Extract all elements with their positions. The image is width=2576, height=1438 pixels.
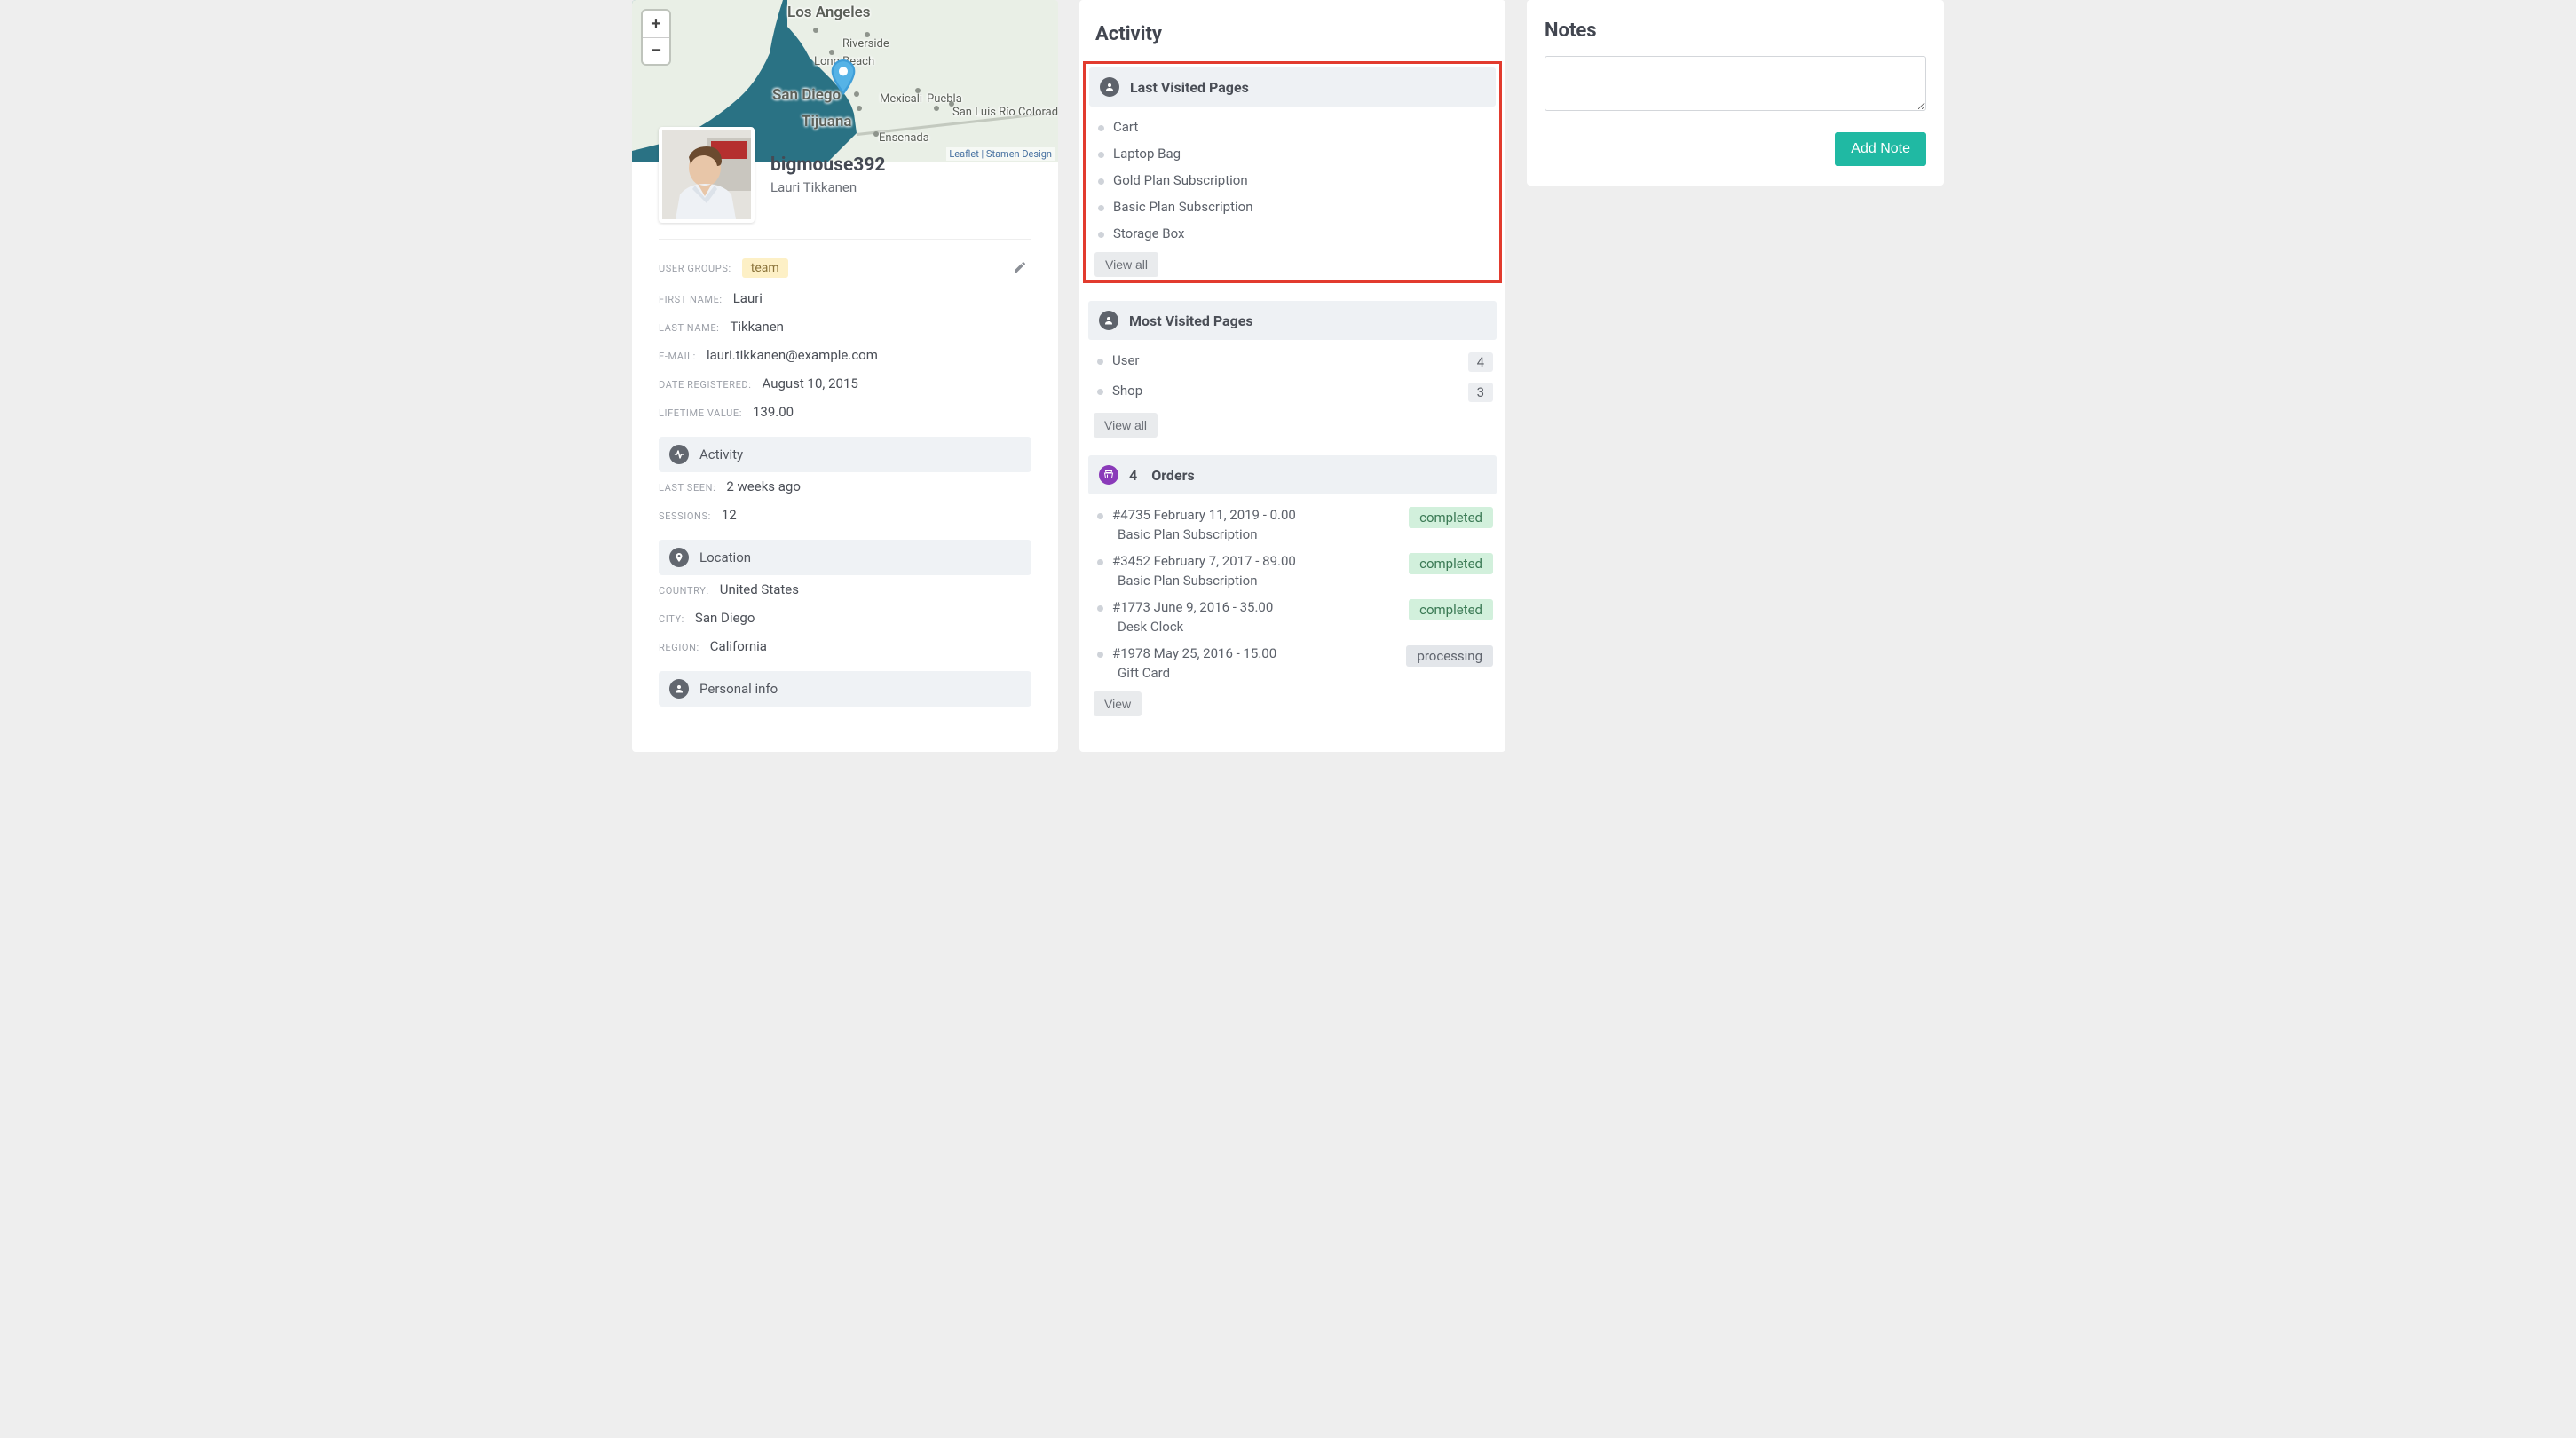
panel-last-visited: Last Visited Pages Cart Laptop Bag Gold … xyxy=(1083,61,1502,283)
orders-count: 4 xyxy=(1129,467,1137,484)
list-item[interactable]: Shop 3 xyxy=(1094,377,1497,407)
panel-orders: 4 Orders #4735 February 11, 2019 - 0.00 … xyxy=(1088,455,1497,716)
list-item[interactable]: Cart xyxy=(1094,114,1496,140)
visit-count: 3 xyxy=(1468,383,1493,402)
view-orders-button[interactable]: View xyxy=(1094,691,1142,716)
order-row[interactable]: #1978 May 25, 2016 - 15.00 Gift Card pro… xyxy=(1094,640,1497,686)
orders-icon xyxy=(1099,465,1118,485)
label-first-name: FIRST NAME: xyxy=(659,294,723,305)
map-city-san-luis: San Luis Río Colorado xyxy=(952,106,1058,119)
map-pin-icon xyxy=(831,59,856,95)
label-date-registered: DATE REGISTERED: xyxy=(659,379,752,391)
visit-count: 4 xyxy=(1468,352,1493,372)
order-status-badge: completed xyxy=(1409,507,1493,528)
section-personal-info: Personal info xyxy=(659,671,1031,707)
order-status-badge: processing xyxy=(1406,645,1493,667)
most-visited-title: Most Visited Pages xyxy=(1129,312,1253,329)
user-group-tag: team xyxy=(742,258,788,278)
value-region: California xyxy=(710,638,767,654)
profile-fullname: Lauri Tikkanen xyxy=(770,179,885,195)
profile-username: bigmouse392 xyxy=(770,154,885,176)
section-location-title: Location xyxy=(699,549,751,565)
map-zoom-controls: + − xyxy=(643,11,669,64)
order-status-badge: completed xyxy=(1409,599,1493,620)
notes-heading: Notes xyxy=(1545,20,1926,42)
label-country: COUNTRY: xyxy=(659,585,709,597)
label-lifetime-value: LIFETIME VALUE: xyxy=(659,407,742,419)
list-item[interactable]: Basic Plan Subscription xyxy=(1094,194,1496,220)
personal-info-icon xyxy=(669,679,689,699)
order-line: #3452 February 7, 2017 - 89.00 xyxy=(1112,553,1400,569)
order-row[interactable]: #3452 February 7, 2017 - 89.00 Basic Pla… xyxy=(1094,548,1497,594)
most-visited-icon xyxy=(1099,311,1118,330)
order-sub: Basic Plan Subscription xyxy=(1112,526,1400,542)
activity-icon xyxy=(669,445,689,464)
notes-textarea[interactable] xyxy=(1545,56,1926,111)
list-item[interactable]: User 4 xyxy=(1094,347,1497,377)
order-sub: Gift Card xyxy=(1112,665,1397,681)
map-city-puebla: Puebla xyxy=(927,92,962,106)
label-sessions: SESSIONS: xyxy=(659,510,711,522)
activity-card: Activity Last Visited Pages Cart Laptop … xyxy=(1079,0,1505,752)
map-zoom-out-button[interactable]: − xyxy=(643,37,669,64)
value-date-registered: August 10, 2015 xyxy=(763,375,858,391)
add-note-button[interactable]: Add Note xyxy=(1835,132,1926,166)
section-activity-title: Activity xyxy=(699,446,743,462)
edit-icon[interactable] xyxy=(1008,256,1031,279)
order-sub: Desk Clock xyxy=(1112,619,1400,635)
order-sub: Basic Plan Subscription xyxy=(1112,573,1400,589)
value-last-name: Tikkanen xyxy=(730,319,783,335)
value-lifetime-value: 139.00 xyxy=(753,404,794,420)
map-city-riverside: Riverside xyxy=(842,37,889,51)
order-line: #4735 February 11, 2019 - 0.00 xyxy=(1112,507,1400,523)
value-country: United States xyxy=(720,581,799,597)
last-visited-title: Last Visited Pages xyxy=(1130,79,1249,96)
order-row[interactable]: #4735 February 11, 2019 - 0.00 Basic Pla… xyxy=(1094,502,1497,548)
map-city-los-angeles: Los Angeles xyxy=(787,4,871,21)
notes-card: Notes Add Note xyxy=(1527,0,1944,186)
list-item[interactable]: Laptop Bag xyxy=(1094,140,1496,167)
label-email: E-MAIL: xyxy=(659,351,696,362)
orders-title: Orders xyxy=(1151,467,1194,484)
value-last-seen: 2 weeks ago xyxy=(726,478,801,494)
order-line: #1773 June 9, 2016 - 35.00 xyxy=(1112,599,1400,615)
view-all-last-visited-button[interactable]: View all xyxy=(1094,252,1158,277)
section-activity: Activity xyxy=(659,437,1031,472)
value-sessions: 12 xyxy=(722,507,737,523)
list-item[interactable]: Storage Box xyxy=(1094,220,1496,247)
order-line: #1978 May 25, 2016 - 15.00 xyxy=(1112,645,1397,661)
label-user-groups: USER GROUPS: xyxy=(659,263,731,274)
list-item[interactable]: Gold Plan Subscription xyxy=(1094,167,1496,194)
last-visited-icon xyxy=(1100,77,1119,97)
user-avatar xyxy=(659,127,755,223)
location-icon xyxy=(669,548,689,567)
value-first-name: Lauri xyxy=(733,290,763,306)
order-row[interactable]: #1773 June 9, 2016 - 35.00 Desk Clock co… xyxy=(1094,594,1497,640)
label-last-seen: LAST SEEN: xyxy=(659,482,715,494)
value-email: lauri.tikkanen@example.com xyxy=(707,347,878,363)
label-region: REGION: xyxy=(659,642,699,653)
value-city: San Diego xyxy=(695,610,755,626)
panel-most-visited: Most Visited Pages User 4 Shop 3 View al… xyxy=(1088,301,1497,438)
map-zoom-in-button[interactable]: + xyxy=(643,11,669,37)
view-all-most-visited-button[interactable]: View all xyxy=(1094,413,1158,438)
map-city-mexicali: Mexicali xyxy=(880,92,922,106)
section-location: Location xyxy=(659,540,1031,575)
section-personal-info-title: Personal info xyxy=(699,681,778,697)
label-city: CITY: xyxy=(659,613,684,625)
profile-card: Los Angeles Riverside Long Beach San Die… xyxy=(632,0,1058,752)
activity-heading: Activity xyxy=(1088,16,1497,61)
order-status-badge: completed xyxy=(1409,553,1493,574)
label-last-name: LAST NAME: xyxy=(659,322,719,334)
